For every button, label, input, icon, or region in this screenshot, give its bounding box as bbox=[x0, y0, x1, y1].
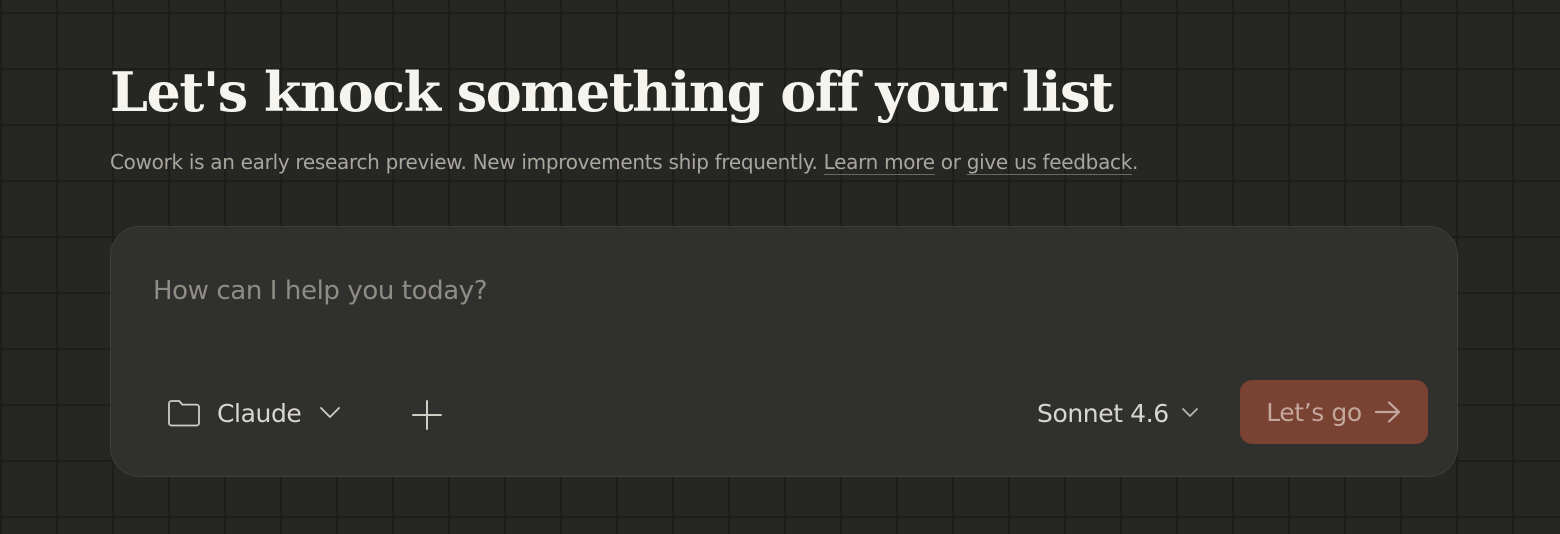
folder-icon bbox=[168, 400, 200, 427]
model-selector-button[interactable]: Sonnet 4.6 bbox=[1037, 391, 1199, 435]
lets-go-button[interactable]: Let’s go bbox=[1240, 380, 1428, 444]
subtitle-connector: or bbox=[934, 150, 967, 174]
page-title: Let's knock something off your list bbox=[110, 60, 1114, 124]
arrow-right-icon bbox=[1374, 401, 1400, 423]
model-selector-label: Sonnet 4.6 bbox=[1037, 398, 1169, 428]
lets-go-label: Let’s go bbox=[1266, 397, 1362, 427]
learn-more-link[interactable]: Learn more bbox=[824, 150, 935, 174]
folder-selector-button[interactable]: Claude bbox=[167, 391, 341, 435]
plus-icon bbox=[412, 400, 442, 430]
prompt-composer: Claude Sonnet 4.6 Let’s go bbox=[110, 226, 1458, 477]
subtitle-text: Cowork is an early research preview. New… bbox=[110, 150, 824, 174]
chevron-down-icon bbox=[320, 407, 341, 418]
subtitle-period: . bbox=[1132, 150, 1139, 174]
prompt-input[interactable] bbox=[153, 271, 1353, 311]
give-feedback-link[interactable]: give us feedback bbox=[967, 150, 1133, 174]
page-subtitle: Cowork is an early research preview. New… bbox=[110, 146, 1138, 178]
chevron-down-icon bbox=[1181, 408, 1198, 417]
folder-selector-label: Claude bbox=[217, 398, 302, 428]
add-attachment-button[interactable] bbox=[407, 395, 447, 435]
